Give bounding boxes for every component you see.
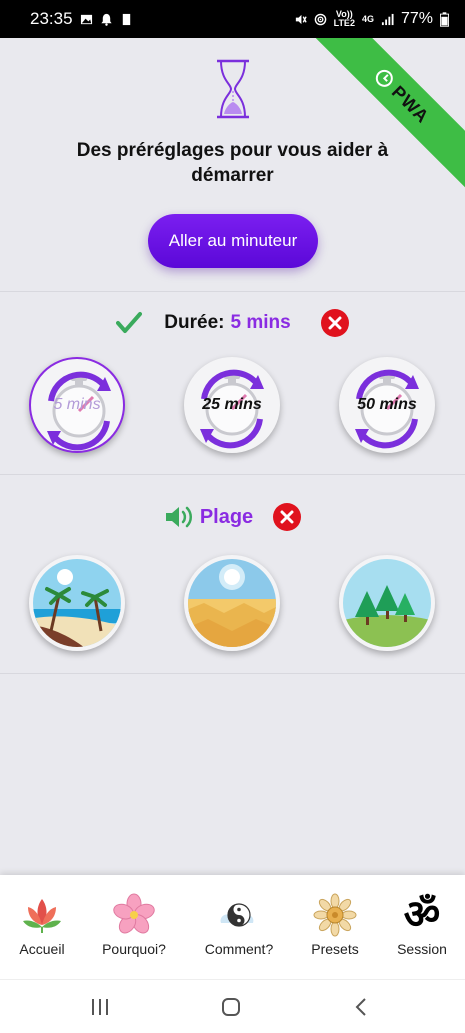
check-icon xyxy=(116,312,143,333)
bottom-nav: Accueil Pourquoi? Comment? Presets ॐ Ses… xyxy=(0,875,465,979)
yin-yang-icon xyxy=(220,903,254,927)
clear-duration-button[interactable] xyxy=(320,309,349,337)
mandala-icon xyxy=(313,893,357,937)
sound-option-desert[interactable] xyxy=(184,555,280,651)
nav-item-accueil[interactable]: Accueil xyxy=(0,893,87,957)
nav-label: Session xyxy=(397,941,447,957)
nav-label: Presets xyxy=(311,941,359,957)
duration-option-label: 5 mins xyxy=(53,396,101,413)
home-icon[interactable] xyxy=(221,997,241,1017)
nav-item-session[interactable]: ॐ Session xyxy=(377,893,465,957)
nav-label: Comment? xyxy=(204,941,274,957)
divider xyxy=(0,673,465,674)
page-title: Des préréglages pour vous aider à démarr… xyxy=(76,140,389,186)
lotus-icon xyxy=(23,899,61,933)
divider xyxy=(0,291,465,292)
duration-option-5[interactable]: 5 mins xyxy=(29,357,125,453)
battery-percent: 77% xyxy=(400,10,433,27)
desert-icon xyxy=(188,559,276,647)
sound-option-forest[interactable] xyxy=(339,555,435,651)
nav-item-presets[interactable]: Presets xyxy=(290,893,380,957)
status-time: 23:35 xyxy=(30,9,73,28)
hotspot-icon xyxy=(314,13,326,25)
image-icon xyxy=(80,14,92,24)
mute-icon xyxy=(295,14,307,24)
close-icon xyxy=(328,316,342,330)
forest-icon xyxy=(343,559,431,647)
duration-option-label: 25 mins xyxy=(202,396,262,413)
status-bar: 23:35 Vo)) LTE2 4G 77% xyxy=(0,0,465,38)
sound-option-beach[interactable] xyxy=(29,555,125,651)
om-icon: ॐ xyxy=(403,892,441,938)
nav-label: Pourquoi? xyxy=(102,941,166,957)
signal-icon xyxy=(381,13,394,25)
nav-label: Accueil xyxy=(19,941,65,957)
duration-row: Durée: 5 mins xyxy=(0,306,465,340)
duration-label: Durée: xyxy=(164,312,225,333)
speaker-icon xyxy=(165,506,192,528)
clear-sound-button[interactable] xyxy=(273,503,302,531)
network-indicator: Vo)) LTE2 xyxy=(333,9,355,28)
pwa-label: PWA xyxy=(388,81,434,127)
beach-icon xyxy=(33,559,121,647)
flower-icon xyxy=(113,893,155,934)
battery-icon xyxy=(440,11,449,27)
sd-card-icon xyxy=(122,13,130,25)
duration-option-label: 50 mins xyxy=(357,396,417,413)
recent-apps-icon[interactable] xyxy=(91,997,109,1017)
duration-value: 5 mins xyxy=(230,312,291,333)
hourglass-icon xyxy=(217,59,249,119)
duration-option-25[interactable]: 25 mins xyxy=(184,357,280,453)
close-icon xyxy=(280,510,294,524)
divider xyxy=(0,474,465,475)
back-icon[interactable] xyxy=(354,997,368,1017)
sound-label: Plage xyxy=(199,505,254,528)
nav-item-pourquoi[interactable]: Pourquoi? xyxy=(89,893,179,957)
clock-icon xyxy=(375,69,393,87)
sound-row: Plage xyxy=(0,500,465,534)
duration-option-50[interactable]: 50 mins xyxy=(339,357,435,453)
system-nav-bar xyxy=(0,979,465,1033)
notification-bell-icon xyxy=(100,13,112,26)
go-to-timer-button[interactable]: Aller au minuteur xyxy=(148,214,318,268)
nav-item-comment[interactable]: Comment? xyxy=(194,893,284,957)
network-gen: 4G xyxy=(361,13,374,24)
